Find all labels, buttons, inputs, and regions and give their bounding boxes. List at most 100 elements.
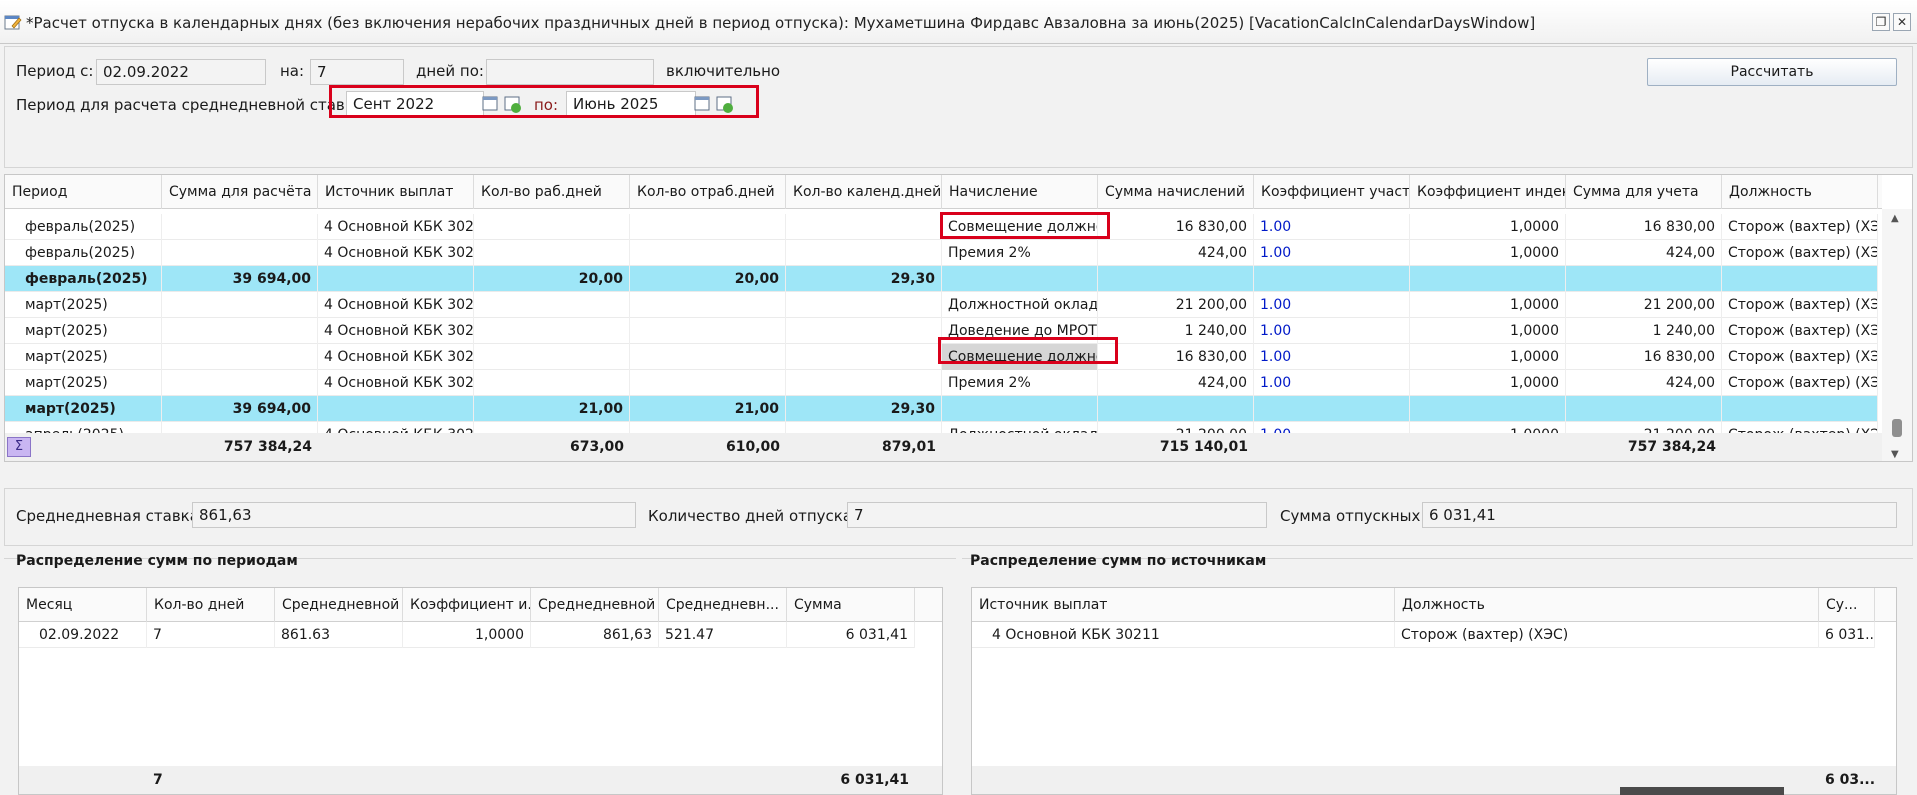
calendar-icon[interactable] <box>693 94 713 114</box>
main_grid-col-header[interactable]: Кол-во раб.дней <box>474 175 630 209</box>
periods-grid-footer: 7 6 031,41 <box>19 766 942 794</box>
main_grid-col-header[interactable]: Сумма начислений <box>1098 175 1254 209</box>
scroll-up-icon[interactable]: ▲ <box>1891 213 1899 224</box>
vacation-days-label: Количество дней отпуска: <box>648 507 858 525</box>
main_grid-col-header[interactable]: Сумма для учета <box>1566 175 1722 209</box>
main-grid[interactable]: Период Сумма для расчёта Источник выплат Ко… <box>4 174 1913 462</box>
main_grid-col-header[interactable]: Источник выплат <box>318 175 474 209</box>
periods-col-header[interactable]: Среднедневн... <box>659 588 787 622</box>
main_grid-cell: 1.00 <box>1254 344 1410 370</box>
main-grid-footer: 757 384,24 673,00 610,00 879,01 715 140,01 75… <box>5 433 1882 461</box>
main_grid-cell: Сторож (вахтер) (ХЭС) <box>1722 292 1878 318</box>
main_grid-col-header[interactable]: Должность <box>1722 175 1878 209</box>
sources-cell: 4 Основной КБК 30211 <box>972 622 1395 648</box>
periods-footer-cell <box>531 767 659 793</box>
periods-cell: 6 031,41 <box>787 622 915 648</box>
main_grid-cell: 1,0000 <box>1410 370 1566 396</box>
restore-window-icon[interactable]: ❐ <box>1872 13 1890 31</box>
periods-footer-cell: 7 <box>153 772 163 788</box>
periods-grid[interactable]: МесяцКол-во днейСреднедневной ...Коэффиц… <box>18 587 943 795</box>
sources-cell: 6 031... <box>1819 622 1875 648</box>
sources-grid[interactable]: Источник выплат Должность Су... 4 Основной… <box>971 587 1897 795</box>
main_grid-cell: 16 830,00 <box>1098 214 1254 240</box>
main_grid-cell: Сторож (вахтер) (ХЭС) <box>1722 344 1878 370</box>
main_grid-col-header[interactable]: Период <box>5 175 162 209</box>
main_grid-cell: февраль(2025) <box>5 240 162 266</box>
main_grid-cell: 424,00 <box>1098 240 1254 266</box>
main_grid-row[interactable]: февраль(2025) 4 Основной КБК 302... Совмещ… <box>5 214 1878 240</box>
main_grid-col-header[interactable]: Кол-во календ.дней <box>786 175 942 209</box>
main_grid-col-header[interactable]: Кол-во отраб.дней <box>630 175 786 209</box>
main-grid-scrollbar[interactable]: ▲ ▼ <box>1882 209 1912 461</box>
main_grid-cell: Совмещение должно... <box>942 214 1098 240</box>
sources-col-header[interactable]: Источник выплат <box>972 588 1395 622</box>
sources-col-header[interactable]: Су... <box>1819 588 1875 622</box>
days-count-field[interactable]: 7 <box>310 59 404 85</box>
main_grid-row[interactable]: март(2025) 4 Основной КБК 302... Доведение… <box>5 318 1878 344</box>
avg-period-to-field[interactable]: Июнь 2025 <box>566 91 696 117</box>
main-grid-header: Период Сумма для расчёта Источник выплат Ко… <box>5 175 1882 209</box>
main_grid-cell <box>1410 266 1566 292</box>
calculate-button[interactable]: Рассчитать <box>1647 58 1897 86</box>
inclusive-label: включительно <box>666 62 781 80</box>
main_grid-cell: Сторож (вахтер) (ХЭС) <box>1722 318 1878 344</box>
main_grid-row[interactable]: март(2025) 4 Основной КБК 302... Совмещени… <box>5 344 1878 370</box>
close-window-icon[interactable]: ✕ <box>1893 13 1911 31</box>
main_grid-group-row[interactable]: февраль(2025) 39 694,00 20,00 20,00 29,30 <box>5 266 1878 292</box>
main_grid-cell <box>786 344 942 370</box>
sources-row[interactable]: 4 Основной КБК 30211 Сторож (вахтер) (ХЭС… <box>972 622 1875 648</box>
sources-col-header[interactable]: Должность <box>1395 588 1819 622</box>
periods-col-header[interactable]: Кол-во дней <box>147 588 275 622</box>
main_grid-cell <box>786 370 942 396</box>
avg-period-from-field[interactable]: Сент 2022 <box>346 91 484 117</box>
main_grid-cell <box>474 214 630 240</box>
main_grid-cell: март(2025) <box>5 292 162 318</box>
periods-col-header[interactable]: Месяц <box>19 588 147 622</box>
sum-totals-icon[interactable]: Σ <box>7 437 31 457</box>
main_grid-footer-cell: 879,01 <box>881 439 936 455</box>
main_grid-cell <box>942 266 1098 292</box>
window-edit-icon <box>4 15 22 30</box>
scroll-down-icon[interactable]: ▼ <box>1891 449 1899 460</box>
periods-footer-cell <box>19 767 147 793</box>
refresh-calendar-icon[interactable] <box>715 94 735 114</box>
main_grid-cell: Должностной оклад ... <box>942 292 1098 318</box>
main_grid-cell <box>630 344 786 370</box>
main_grid-col-header[interactable]: Коэффициент индек... <box>1410 175 1566 209</box>
days-to-label: дней по: <box>416 62 484 80</box>
main_grid-col-header[interactable]: Сумма для расчёта <box>162 175 318 209</box>
days-to-field[interactable] <box>486 59 654 85</box>
avg-rate-field[interactable]: 861,63 <box>192 502 636 528</box>
periods-col-header[interactable]: Среднедневной ... <box>275 588 403 622</box>
main_grid-cell <box>162 370 318 396</box>
refresh-calendar-icon[interactable] <box>503 94 523 114</box>
main_grid-col-header[interactable]: Начисление <box>942 175 1098 209</box>
main_grid-cell: 424,00 <box>1098 370 1254 396</box>
main_grid-cell <box>318 266 474 292</box>
periods-cell: 521.47 <box>659 622 787 648</box>
calendar-icon[interactable] <box>481 94 501 114</box>
main_grid-cell <box>474 344 630 370</box>
main_grid-cell: 21 200,00 <box>1566 292 1722 318</box>
scroll-thumb[interactable] <box>1892 419 1902 437</box>
vacation-sum-field[interactable]: 6 031,41 <box>1422 502 1897 528</box>
periods-col-header[interactable]: Сумма <box>787 588 915 622</box>
avg-period-label: Период для расчета среднедневной ставки: <box>16 96 369 114</box>
main_grid-cell: Премия 2% <box>942 370 1098 396</box>
periods-footer-cell: 6 031,41 <box>840 772 909 788</box>
main_grid-row[interactable]: февраль(2025) 4 Основной КБК 302... Премия… <box>5 240 1878 266</box>
main_grid-col-header[interactable]: Коэффициент участия <box>1254 175 1410 209</box>
main_grid-footer-cell: 715 140,01 <box>1159 439 1248 455</box>
main_grid-cell <box>1722 396 1878 422</box>
periods-row[interactable]: 02.09.2022 7 861.63 1,0000 861,63 521.47 6 031… <box>19 622 915 648</box>
period-from-field[interactable]: 02.09.2022 <box>96 59 266 85</box>
main_grid-cell <box>942 396 1098 422</box>
main_grid-cell: 1,0000 <box>1410 214 1566 240</box>
main_grid-cell: 1.00 <box>1254 292 1410 318</box>
periods-col-header[interactable]: Коэффициент и... <box>403 588 531 622</box>
main_grid-row[interactable]: март(2025) 4 Основной КБК 302... Премия 2%… <box>5 370 1878 396</box>
main_grid-row[interactable]: март(2025) 4 Основной КБК 302... Должностн… <box>5 292 1878 318</box>
periods-col-header[interactable]: Среднедневной ... <box>531 588 659 622</box>
main_grid-group-row[interactable]: март(2025) 39 694,00 21,00 21,00 29,30 <box>5 396 1878 422</box>
vacation-days-field[interactable]: 7 <box>847 502 1267 528</box>
